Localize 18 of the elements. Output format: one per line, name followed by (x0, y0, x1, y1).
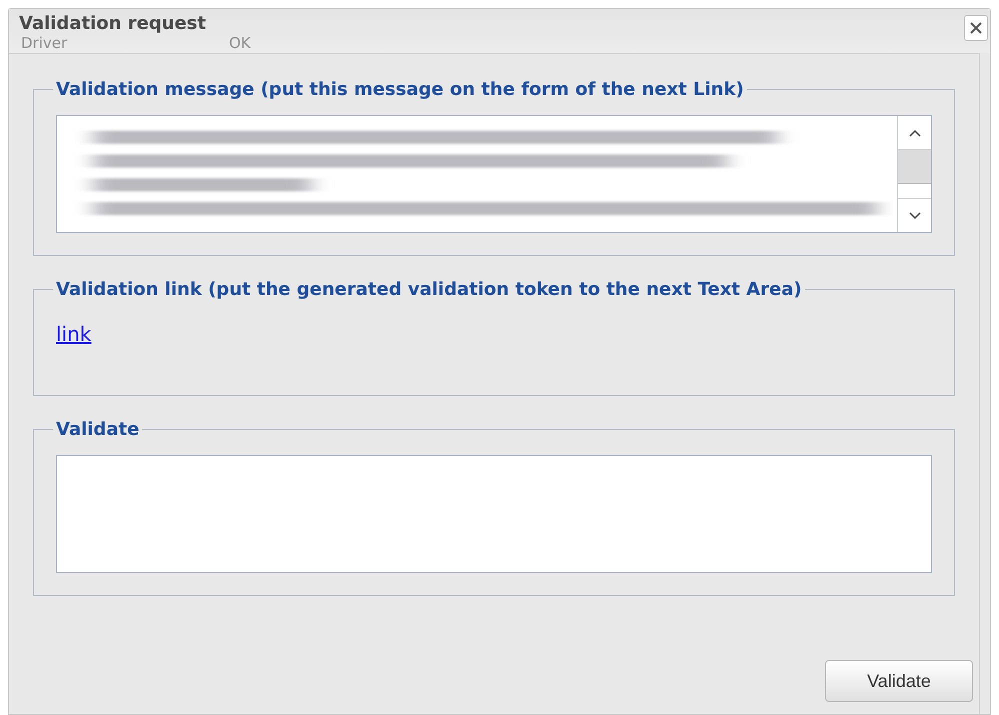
scroll-thumb[interactable] (898, 150, 931, 184)
scrollbar[interactable] (897, 116, 931, 232)
scroll-up-button[interactable] (898, 116, 931, 150)
background-label: OK (229, 36, 251, 51)
validate-button[interactable]: Validate (825, 660, 973, 702)
section-legend: Validation message (put this message on the form of the next Link) (53, 76, 747, 103)
token-input[interactable] (56, 455, 932, 573)
close-icon (969, 21, 983, 35)
background-label: Driver (21, 36, 68, 51)
section-legend: Validation link (put the generated validation token to the next Text Area) (53, 276, 805, 303)
section-legend: Validate (53, 416, 142, 443)
scroll-down-button[interactable] (898, 198, 931, 232)
chevron-up-icon (908, 128, 920, 136)
chevron-down-icon (908, 212, 920, 220)
close-button[interactable] (964, 15, 988, 41)
window-title: Validation request (19, 15, 206, 33)
scroll-track[interactable] (898, 184, 931, 198)
validation-link[interactable]: link (56, 322, 92, 346)
